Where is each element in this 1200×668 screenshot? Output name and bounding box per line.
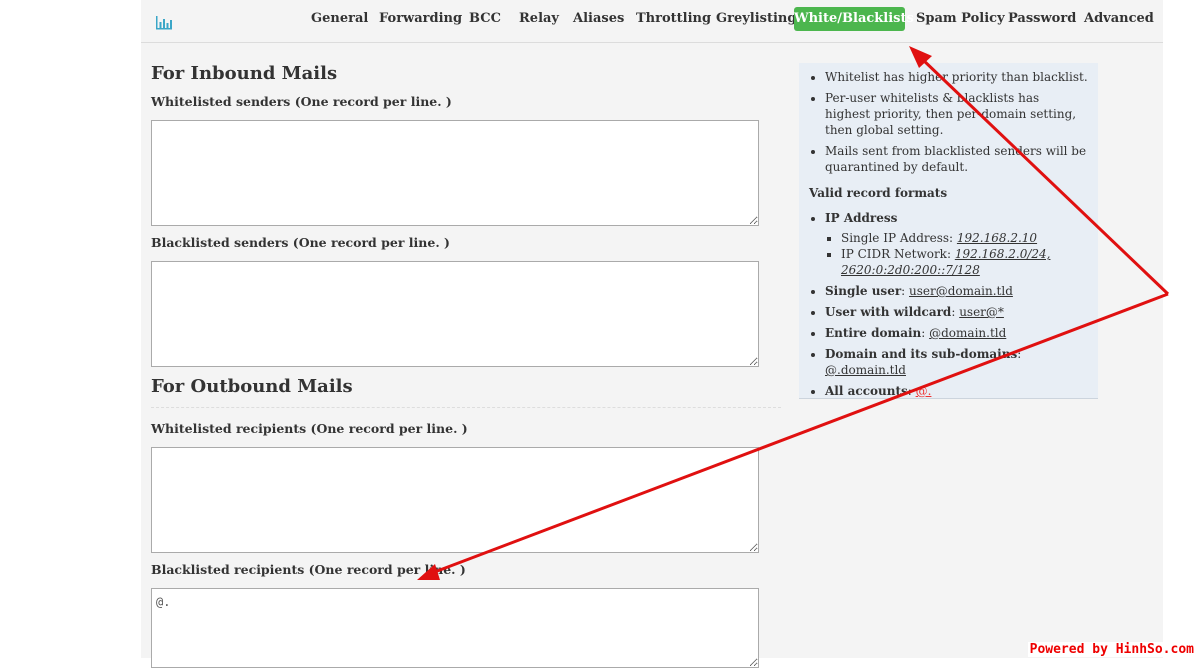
single-user-example: user@domain.tld <box>909 284 1013 298</box>
blacklisted-recipients-input[interactable] <box>151 588 759 668</box>
section-divider <box>151 407 781 408</box>
top-navigation: General Forwarding BCC Relay Aliases Thr… <box>141 0 1163 43</box>
note-item: Mails sent from blacklisted senders will… <box>825 143 1088 175</box>
format-entire-domain: Entire domain: @domain.tld <box>825 325 1088 341</box>
outbound-section-title: For Outbound Mails <box>151 376 353 397</box>
tab-aliases[interactable]: Aliases <box>573 7 624 31</box>
single-ip-example: 192.168.2.10 <box>956 231 1038 245</box>
whitelisted-senders-input[interactable] <box>151 120 759 226</box>
formats-list: IP Address Single IP Address: 192.168.2.… <box>809 210 1088 399</box>
subdomains-example: @.domain.tld <box>825 363 906 377</box>
format-cidr: IP CIDR Network: 192.168.2.0/24, 2620:0:… <box>841 246 1088 278</box>
format-subdomains: Domain and its sub-domains: @.domain.tld <box>825 346 1088 378</box>
cidr-label: IP CIDR Network: <box>841 247 955 261</box>
all-accounts-example: @. <box>915 384 932 398</box>
tab-white-blacklists[interactable]: White/Blacklists <box>794 7 914 31</box>
ip-sublist: Single IP Address: 192.168.2.10 IP CIDR … <box>825 230 1088 278</box>
single-ip-label: Single IP Address: <box>841 231 957 245</box>
tab-forwarding[interactable]: Forwarding <box>379 7 462 31</box>
tab-throttling[interactable]: Throttling <box>636 7 711 31</box>
format-single-user: Single user: user@domain.tld <box>825 283 1088 299</box>
note-item: Whitelist has higher priority than black… <box>825 69 1088 85</box>
blacklisted-recipients-label: Blacklisted recipients (One record per l… <box>151 562 466 577</box>
format-ip-heading: IP Address <box>825 211 898 225</box>
single-user-label: Single user <box>825 284 902 298</box>
format-ip: IP Address Single IP Address: 192.168.2.… <box>825 210 1088 278</box>
tab-bar: General Forwarding BCC Relay Aliases Thr… <box>141 7 1163 31</box>
tab-bcc[interactable]: BCC <box>468 7 502 31</box>
formats-title: Valid record formats <box>809 186 948 200</box>
help-info-box: Whitelist has higher priority than black… <box>799 63 1098 399</box>
tab-advanced[interactable]: Advanced <box>1084 7 1154 31</box>
whitelisted-senders-label: Whitelisted senders (One record per line… <box>151 94 452 109</box>
tab-general[interactable]: General <box>311 7 368 31</box>
format-wildcard: User with wildcard: user@* <box>825 304 1088 320</box>
format-all-accounts: All accounts: @. <box>825 383 1088 399</box>
inbound-section-title: For Inbound Mails <box>151 63 338 84</box>
whitelisted-recipients-input[interactable] <box>151 447 759 553</box>
blacklisted-senders-input[interactable] <box>151 261 759 367</box>
tab-spam-policy[interactable]: Spam Policy <box>916 7 1005 31</box>
whitelisted-recipients-label: Whitelisted recipients (One record per l… <box>151 421 468 436</box>
entire-domain-example: @domain.tld <box>929 326 1007 340</box>
tab-greylisting[interactable]: Greylisting <box>716 7 796 31</box>
format-single-ip: Single IP Address: 192.168.2.10 <box>841 230 1088 246</box>
entire-domain-label: Entire domain <box>825 326 922 340</box>
tab-password[interactable]: Password <box>1008 7 1076 31</box>
watermark: Powered by HinhSo.com <box>1027 642 1196 657</box>
notes-list: Whitelist has higher priority than black… <box>809 69 1088 175</box>
tab-relay[interactable]: Relay <box>519 7 559 31</box>
all-accounts-label: All accounts <box>825 384 908 398</box>
wildcard-example: user@* <box>959 305 1004 319</box>
note-item: Per-user whitelists & blacklists has hig… <box>825 90 1088 138</box>
wildcard-label: User with wildcard <box>825 305 952 319</box>
blacklisted-senders-label: Blacklisted senders (One record per line… <box>151 235 450 250</box>
subdomains-label: Domain and its sub-domains <box>825 347 1018 361</box>
